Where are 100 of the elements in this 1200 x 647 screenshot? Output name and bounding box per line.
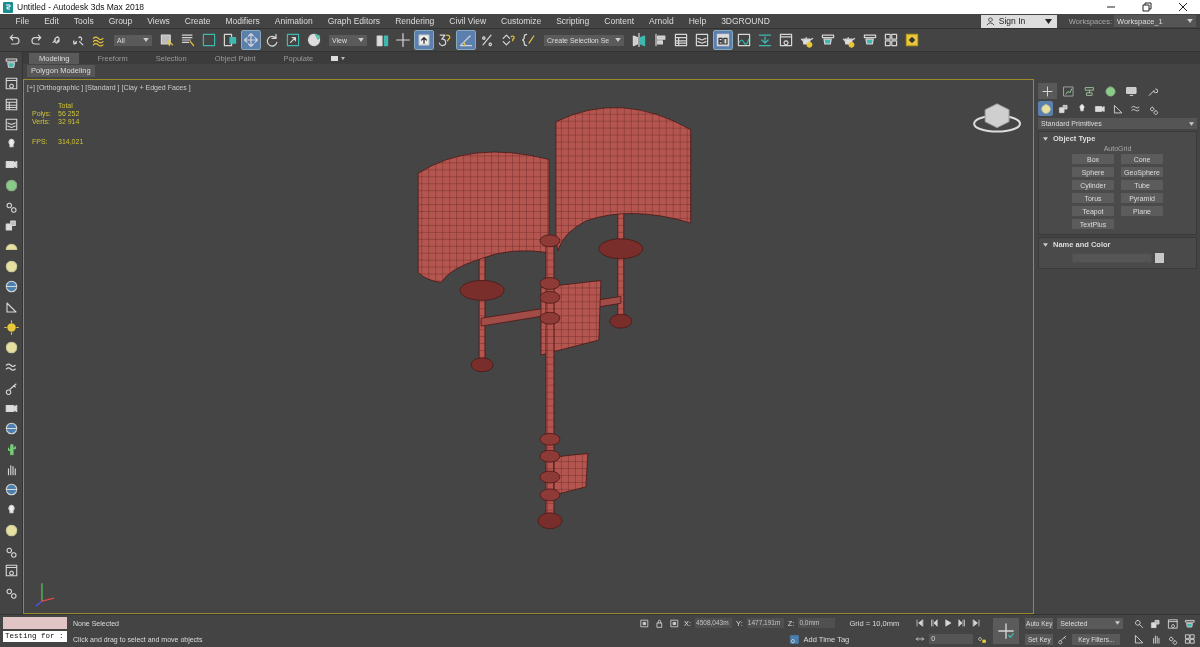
mirror-icon (631, 32, 647, 48)
align-icon (652, 32, 668, 48)
toolbar-button[interactable] (630, 31, 648, 49)
caret-icon (1115, 621, 1121, 625)
key-filter-icon[interactable] (1057, 633, 1069, 645)
toolbar-button[interactable] (415, 31, 433, 49)
category-button[interactable] (1038, 101, 1053, 116)
braces-icon (521, 32, 537, 48)
sun-icon[interactable] (3, 319, 19, 335)
ribbon-icon (715, 32, 731, 48)
curve-editor-icon (736, 32, 752, 48)
menu-item[interactable]: Rendering (387, 16, 442, 26)
grid-icon (883, 32, 899, 48)
layers-icon (694, 32, 710, 48)
toolbar-button[interactable] (305, 31, 323, 49)
globe-icon[interactable] (3, 279, 19, 295)
scale-icon (285, 32, 301, 48)
caret-icon (615, 38, 621, 42)
menu-item[interactable]: Arnold (641, 16, 682, 26)
toolbar-button[interactable] (200, 31, 218, 49)
toolbar-button[interactable] (882, 31, 900, 49)
menu-item[interactable]: Civil View (441, 16, 494, 26)
lock-icon[interactable] (654, 617, 665, 629)
rectangle-selection-icon (201, 32, 217, 48)
color-swatch[interactable] (1154, 253, 1164, 263)
redo-icon (28, 32, 44, 48)
collapse-icon (1043, 242, 1048, 247)
toolbar-button[interactable] (903, 31, 921, 49)
go-to-start-icon[interactable] (915, 618, 926, 628)
menu-item[interactable]: Help (681, 16, 714, 26)
menu-item[interactable]: Scripting (548, 16, 597, 26)
shapes-icon (1057, 102, 1070, 115)
caret-icon (143, 38, 149, 42)
caret-icon (1189, 121, 1194, 126)
percent-snap-icon (479, 32, 495, 48)
menu-item[interactable]: File (8, 16, 37, 26)
tag-icon (788, 633, 800, 645)
select-object-icon (159, 32, 175, 48)
key-mode-icon[interactable] (977, 634, 988, 644)
toolbar-button[interactable] (777, 31, 795, 49)
window-icon[interactable] (3, 563, 19, 579)
download-icon (757, 32, 773, 48)
set-key-button[interactable] (993, 618, 1020, 644)
listener-input[interactable] (3, 617, 67, 629)
toolbar-button[interactable] (693, 31, 711, 49)
previous-frame-icon[interactable] (929, 618, 940, 628)
toolbar-button[interactable] (714, 31, 732, 49)
menu-item[interactable]: Animation (267, 16, 321, 26)
key-plus-icon (997, 622, 1016, 640)
pivot-icon (374, 32, 390, 48)
globe-icon[interactable] (3, 421, 19, 437)
chart-icon (1062, 84, 1075, 98)
snap-icon (437, 32, 453, 48)
box-icon[interactable] (3, 218, 19, 234)
window-crossing-icon (222, 32, 238, 48)
view-cube[interactable] (973, 103, 1022, 133)
toolbar-button[interactable] (284, 31, 302, 49)
rotate-icon (264, 32, 280, 48)
triangle-icon (1111, 102, 1124, 115)
search-icon[interactable] (1133, 617, 1146, 630)
collapse-icon (1043, 136, 1048, 141)
menu-item[interactable]: Graph Editors (320, 16, 388, 26)
menu-item[interactable]: Modifiers (217, 16, 268, 26)
menu-item[interactable]: Views (139, 16, 178, 26)
menu-item[interactable]: Edit (36, 16, 67, 26)
toolbar-button[interactable] (221, 31, 239, 49)
globe-icon[interactable] (3, 482, 19, 498)
ribbon-options-icon[interactable] (331, 54, 346, 62)
sign-in-dropdown[interactable]: Sign In (980, 14, 1057, 28)
spinner-snap-icon (500, 32, 516, 48)
restore-icon[interactable] (1142, 2, 1152, 12)
menu-item[interactable]: Group (101, 16, 140, 26)
toolbar-button[interactable] (735, 31, 753, 49)
selection-box-icon[interactable] (639, 617, 650, 629)
menu-item[interactable]: Customize (493, 16, 549, 26)
menu-item[interactable]: Tools (66, 16, 102, 26)
hierarchy-icon (1083, 84, 1096, 98)
menu-item[interactable]: 3DGROUND (713, 16, 778, 26)
time-config-icon[interactable] (915, 634, 926, 644)
arrow-box-icon (416, 32, 432, 48)
menu-item[interactable]: Create (177, 16, 218, 26)
go-to-end-icon[interactable] (971, 618, 982, 628)
menu-item[interactable]: Content (596, 16, 642, 26)
undo-icon (7, 32, 23, 48)
play-icon[interactable] (943, 618, 954, 628)
monitor-icon (1125, 84, 1138, 98)
next-frame-icon[interactable] (957, 618, 968, 628)
caret-icon (358, 38, 364, 42)
dialog-icon (778, 32, 794, 48)
command-panel-tab[interactable] (1038, 83, 1057, 99)
plus-icon (1041, 84, 1054, 98)
axis-tripod-icon (35, 582, 55, 607)
window-title: Untitled - Autodesk 3ds Max 2018 (17, 2, 145, 12)
caret-icon (1187, 19, 1193, 23)
close-icon[interactable] (1178, 2, 1188, 12)
move-icon (243, 32, 259, 48)
maximize-icon[interactable] (1184, 632, 1197, 645)
user-icon (985, 16, 995, 26)
window-icon[interactable] (3, 76, 19, 92)
caret-icon (1044, 18, 1052, 24)
